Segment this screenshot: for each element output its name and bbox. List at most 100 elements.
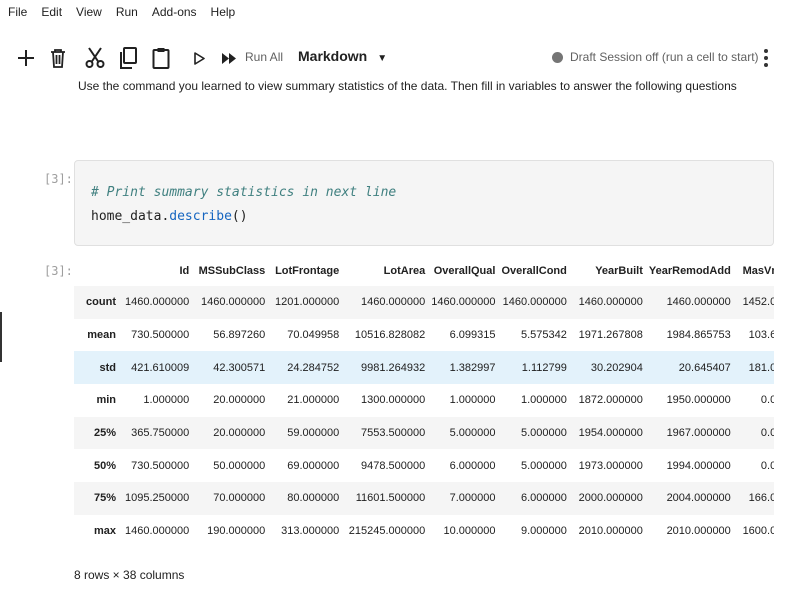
table-cell: 215245.000000 [348, 525, 426, 538]
run-all-label[interactable]: Run All [245, 50, 283, 64]
table-cell: 1460.000000 [666, 296, 731, 309]
table-cell: 42.300571 [213, 361, 266, 374]
code-parens: () [231, 209, 248, 224]
table-cell: 166.000000 [748, 492, 774, 505]
table-cell: 1954.000000 [578, 427, 643, 440]
table-cell: 103.685262 [748, 329, 774, 342]
output-prompt: [3]: [44, 264, 73, 278]
add-cell-button[interactable] [14, 36, 38, 80]
table-cell: 1.000000 [143, 394, 190, 407]
table-cell: 1.112799 [521, 361, 567, 374]
cell-type-dropdown[interactable]: Markdown ▼ [298, 48, 387, 64]
summary-table: Id MSSubClass LotFrontage LotArea OverallQua… [74, 256, 774, 546]
table-cell: 59.000000 [287, 427, 340, 440]
table-cell: 30.202904 [590, 361, 643, 374]
column-header: YearRemodAdd [648, 265, 731, 277]
add-icon [18, 50, 34, 66]
paste-icon [152, 48, 170, 69]
table-cell: 9478.500000 [361, 459, 426, 472]
table-cell: 1095.250000 [125, 492, 190, 505]
menu-view[interactable]: View [76, 5, 102, 19]
menu-add-ons[interactable]: Add-ons [152, 5, 197, 19]
table-row: max 1460.000000 190.000000 313.000000 215245… [74, 515, 774, 546]
table-cell: 70.000000 [213, 492, 266, 505]
table-cell: 56.897260 [213, 329, 266, 342]
menu-help[interactable]: Help [211, 5, 236, 19]
table-row: 50% 730.500000 50.000000 69.000000 9478.5000… [74, 449, 774, 482]
table-cell: 2010.000000 [666, 525, 731, 538]
table-cell: 10.000000 [443, 525, 496, 538]
column-header: YearBuilt [595, 265, 643, 277]
menu-file[interactable]: File [8, 5, 27, 19]
table-cell: 6.000000 [520, 492, 567, 505]
caret-down-icon: ▼ [377, 53, 388, 64]
cut-cell-button[interactable] [82, 36, 108, 80]
run-all-button[interactable] [218, 36, 240, 80]
table-cell: 7.000000 [449, 492, 496, 505]
code-comment: # Print summary statistics in next line [91, 185, 397, 200]
table-row: count 1460.000000 1460.000000 1201.000000 14… [74, 286, 774, 319]
table-cell: 0.000000 [760, 394, 774, 407]
code-cell[interactable]: # Print summary statistics in next line … [74, 160, 774, 246]
table-cell: 1460.000000 [361, 296, 426, 309]
table-cell: 2004.000000 [666, 492, 731, 505]
table-cell: 1460.000000 [125, 296, 190, 309]
copy-cell-button[interactable] [116, 36, 140, 80]
column-header: LotArea [383, 265, 426, 277]
table-cell: 1971.267808 [578, 329, 643, 342]
table-cell: 1994.000000 [666, 459, 731, 472]
column-header [74, 256, 122, 286]
menu-edit[interactable]: Edit [41, 5, 62, 19]
table-cell: 1452.000000 [742, 296, 774, 309]
table-cell: 730.500000 [131, 329, 190, 342]
column-header: MasVnrArea [742, 265, 774, 277]
paste-cell-button[interactable] [149, 36, 173, 80]
table-cell: 11601.500000 [355, 492, 426, 505]
row-label: mean [87, 329, 116, 342]
row-label: max [93, 525, 116, 538]
table-cell: 6.099315 [449, 329, 496, 342]
menu-run[interactable]: Run [116, 5, 138, 19]
table-cell: 1872.000000 [578, 394, 643, 407]
table-cell: 24.284752 [287, 361, 340, 374]
table-cell: 1460.000000 [578, 296, 643, 309]
code-cell-prompt: [3]: [44, 172, 73, 186]
row-label: count [86, 296, 116, 309]
table-cell: 1460.000000 [201, 296, 266, 309]
table-cell: 21.000000 [287, 394, 340, 407]
table-cell: 20.000000 [213, 427, 266, 440]
table-cell: 1973.000000 [578, 459, 643, 472]
delete-icon [51, 49, 65, 68]
table-cell: 2000.000000 [578, 492, 643, 505]
table-cell: 9981.264932 [361, 361, 426, 374]
table-row: min 1.000000 20.000000 21.000000 1300.000000… [74, 384, 774, 417]
window-edge [0, 312, 2, 362]
column-header: OverallCond [501, 265, 567, 277]
menu-bar: File Edit View Run Add-ons Help [0, 0, 800, 24]
session-status-icon [552, 51, 563, 63]
table-cell: 365.750000 [131, 427, 190, 440]
table-cell: 1460.000000 [431, 296, 496, 309]
table-cell: 2010.000000 [578, 525, 643, 538]
notebook-toolbar: Run All Markdown ▼ Draft Session off (run… [0, 36, 800, 80]
table-cell: 0.000000 [760, 459, 774, 472]
table-cell: 5.575342 [520, 329, 567, 342]
delete-cell-button[interactable] [46, 36, 70, 80]
table-cell: 1.000000 [449, 394, 496, 407]
session-status[interactable]: Draft Session off (run a cell to start) [552, 50, 759, 64]
column-header: MSSubClass [198, 265, 266, 277]
table-cell: 50.000000 [213, 459, 266, 472]
row-label: 50% [93, 459, 116, 472]
table-cell: 1.000000 [520, 394, 567, 407]
more-options-icon[interactable] [764, 46, 770, 70]
run-cell-button[interactable] [190, 36, 208, 80]
copy-icon [120, 47, 137, 69]
table-cell: 20.000000 [213, 394, 266, 407]
column-header: LotFrontage [275, 265, 340, 277]
table-row: 25% 365.750000 20.000000 59.000000 7553.5000… [74, 416, 774, 450]
table-cell: 0.000000 [760, 427, 774, 440]
rows-info: 8 rows × 38 columns [74, 568, 185, 582]
table-cell: 1300.000000 [361, 394, 426, 407]
cell-type-value: Markdown [298, 48, 368, 64]
code-variable: home_data. [91, 209, 170, 224]
